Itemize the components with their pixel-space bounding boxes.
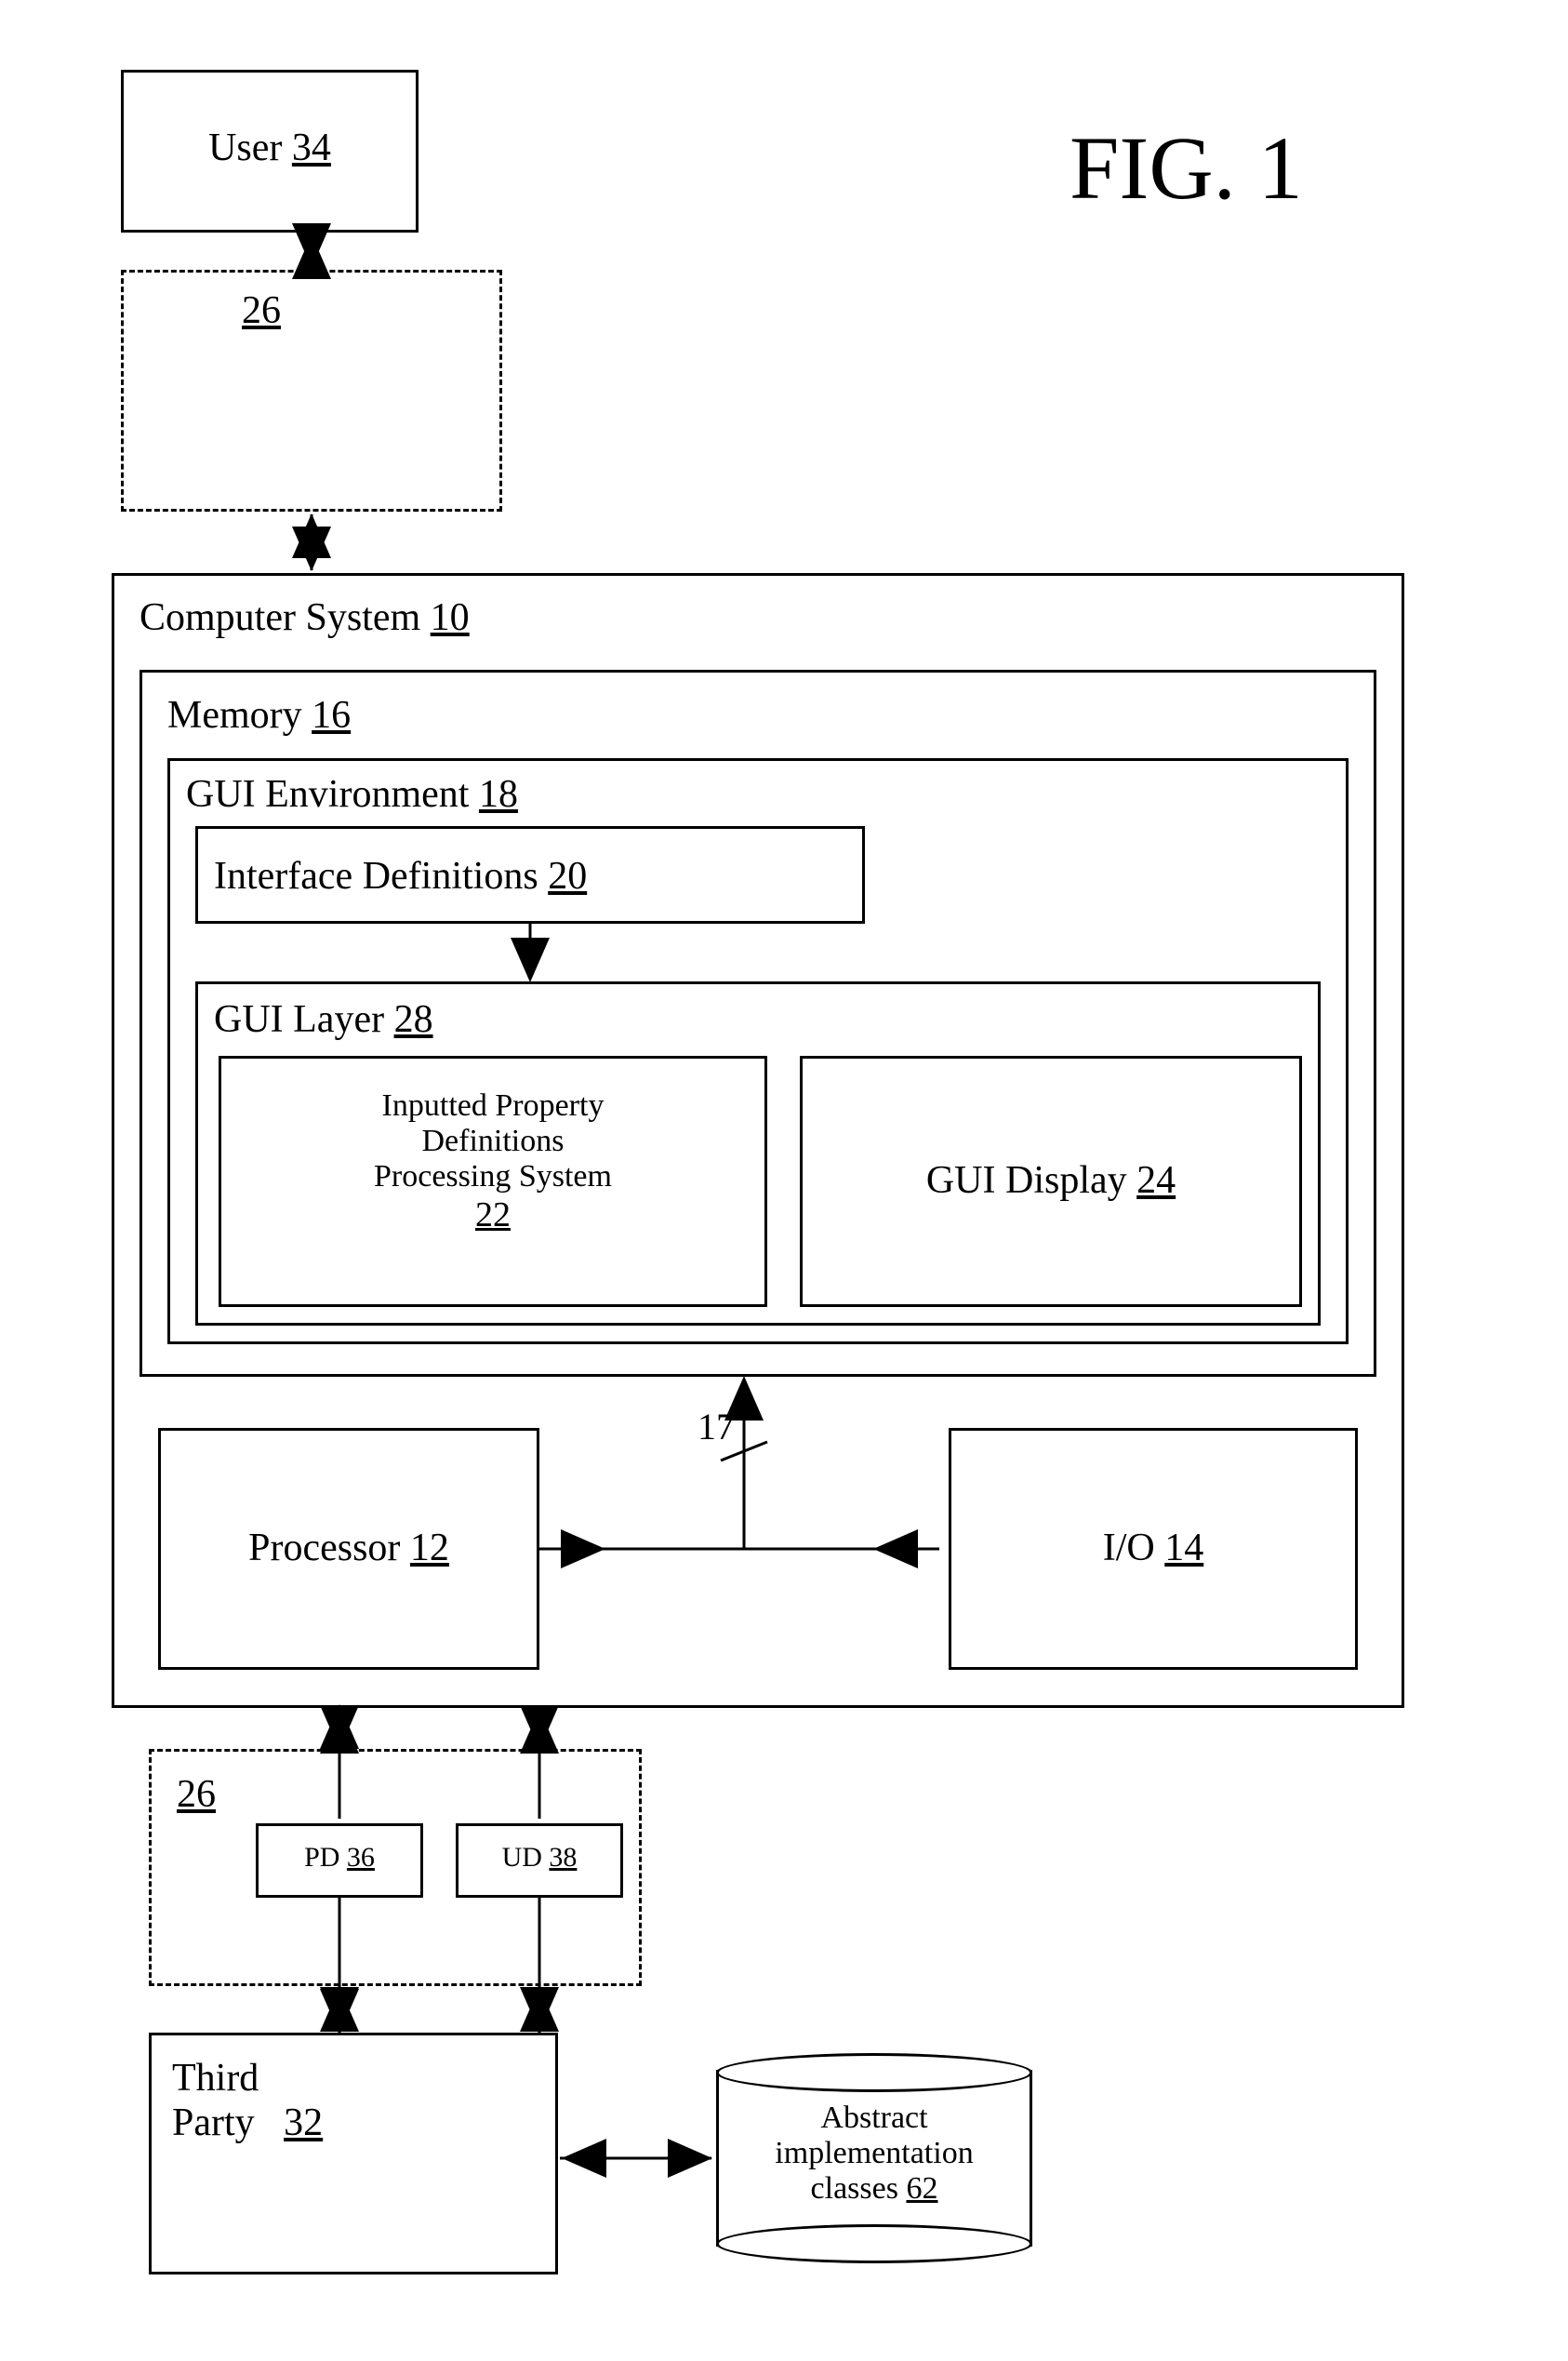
ipdps-label: Inputted Property Definitions Processing… [219, 1088, 767, 1235]
abstract-classes-label: Abstract implementation classes 62 [716, 2101, 1032, 2207]
third-party-label: Third Party 32 [172, 2056, 323, 2145]
pd-label: PD 36 [256, 1842, 423, 1874]
network-left-ref: 26 [177, 1772, 216, 1817]
computer-system-label: Computer System 10 [140, 595, 470, 640]
gui-layer-label: GUI Layer 28 [214, 997, 433, 1042]
interface-definitions-label: Interface Definitions 20 [214, 854, 587, 899]
gui-display-label: GUI Display 24 [800, 1158, 1302, 1203]
user-label: User 34 [121, 126, 419, 170]
diagram-page: Computer System 10 Memory 16 GUI Environ… [0, 0, 1568, 2361]
processor-label: Processor 12 [158, 1526, 539, 1570]
io-label: I/O 14 [949, 1526, 1358, 1570]
network-right-box [121, 270, 502, 512]
bus-ref-label: 17 [698, 1405, 735, 1448]
memory-label: Memory 16 [167, 693, 351, 738]
network-right-ref: 26 [242, 288, 281, 333]
gui-environment-label: GUI Environment 18 [186, 772, 518, 817]
figure-label: FIG. 1 [1070, 116, 1303, 220]
ud-label: UD 38 [456, 1842, 623, 1874]
